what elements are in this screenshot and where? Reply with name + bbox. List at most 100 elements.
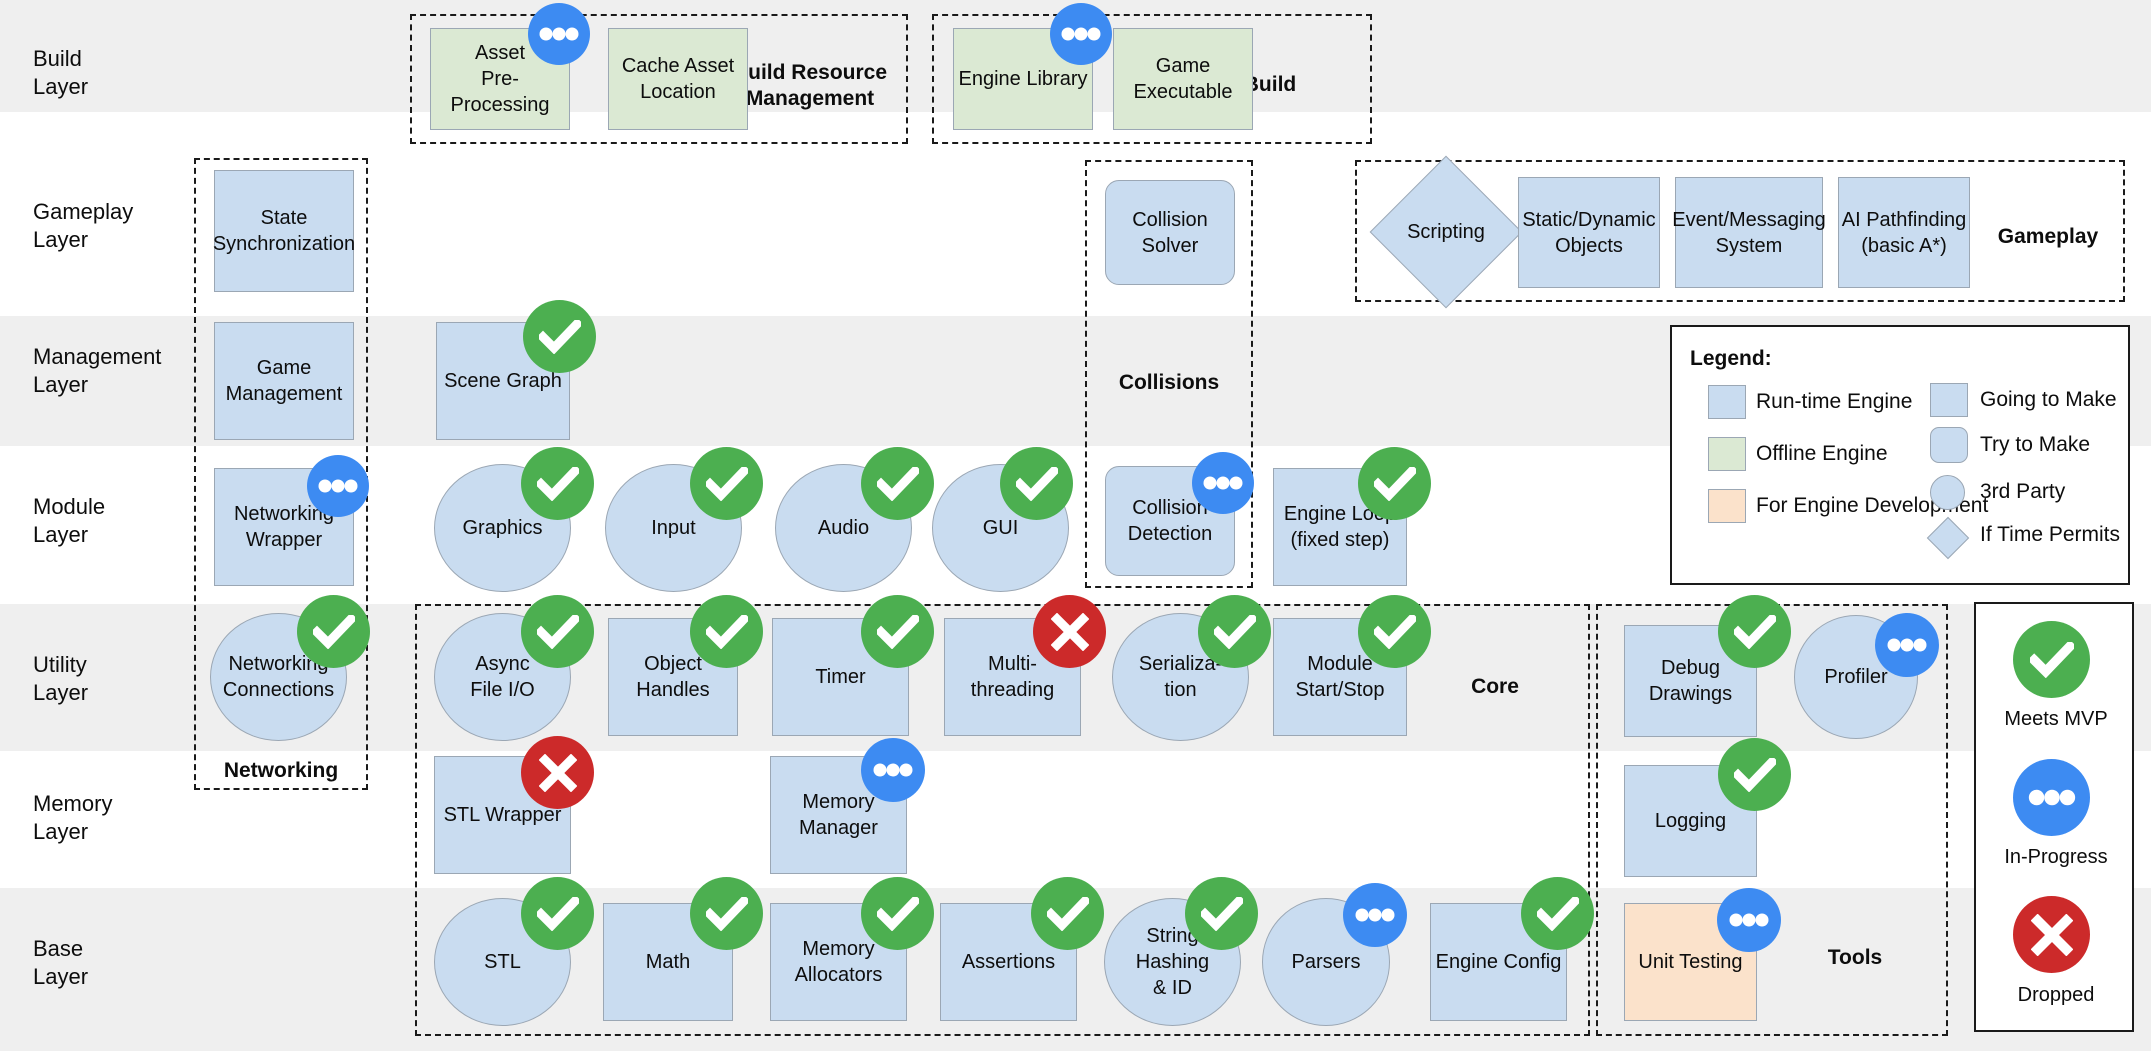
status-badge-meets-mvp [1000, 447, 1073, 520]
ellipsis-icon [318, 479, 358, 493]
legend-label-going-to-make: Going to Make [1980, 388, 2117, 411]
status-badge-meets-mvp [297, 595, 370, 668]
row-label-build-layer: Build Layer [33, 46, 89, 99]
check-icon [705, 614, 748, 649]
legend-swatch-run-time-engine [1708, 385, 1746, 419]
check-icon [876, 896, 919, 931]
check-icon [876, 466, 919, 501]
status-legend-label-in-progress: In-Progress [2004, 846, 2108, 868]
group-label-collisions: Collisions [1118, 371, 1220, 394]
status-badge-in-progress [1717, 888, 1781, 952]
row-label-management-layer: Management Layer [33, 344, 162, 397]
status-badge-meets-mvp [521, 595, 594, 668]
legend-label-try-to-make: Try to Make [1980, 433, 2091, 456]
status-legend-panel: Meets MVP In-Progress Dropped [1974, 602, 2134, 1032]
legend-swatch-going-to-make [1930, 383, 1968, 417]
legend-label-run-time-engine: Run-time Engine [1756, 390, 1913, 413]
legend-title: Legend: [1690, 347, 1772, 370]
ellipsis-icon [539, 27, 579, 41]
node-static-dynamic-objects[interactable]: Static/Dynamic Objects [1518, 177, 1660, 288]
check-icon [1046, 896, 1089, 931]
status-legend-label-dropped: Dropped [2017, 984, 2095, 1006]
row-label-gameplay-layer: Gameplay Layer [33, 199, 134, 252]
cross-icon [1050, 612, 1089, 651]
group-label-networking: Networking [223, 759, 339, 782]
status-badge-in-progress [528, 3, 590, 65]
row-label-module-layer: Module Layer [33, 494, 106, 547]
status-badge-meets-mvp [861, 447, 934, 520]
status-badge-meets-mvp [1521, 877, 1594, 950]
status-badge-meets-mvp [1031, 877, 1104, 950]
status-badge-meets-mvp [690, 877, 763, 950]
node-game-management[interactable]: Game Management [214, 322, 354, 440]
status-badge-dropped [521, 736, 594, 809]
check-icon [538, 319, 581, 354]
legend-panel: Legend: Run-time Engine Offline Engine F… [1670, 325, 2130, 585]
status-legend-label-meets-mvp: Meets MVP [2004, 708, 2108, 730]
check-icon [1536, 896, 1579, 931]
status-badge-in-progress [1192, 452, 1254, 514]
status-badge-meets-mvp [523, 300, 596, 373]
status-badge-in-progress [861, 738, 925, 802]
status-badge-meets-mvp [521, 447, 594, 520]
cross-icon [538, 753, 577, 792]
check-icon [876, 614, 919, 649]
group-label-tools: Tools [1827, 946, 1883, 969]
status-badge-in-progress [1050, 3, 1112, 65]
check-icon [1213, 614, 1256, 649]
status-badge-meets-mvp [861, 877, 934, 950]
node-scripting-label: Scripting [1407, 221, 1485, 243]
check-icon [1733, 757, 1776, 792]
status-badge-in-progress [1343, 883, 1407, 947]
row-label-memory-layer: Memory Layer [33, 791, 113, 844]
status-badge-meets-mvp [1185, 877, 1258, 950]
status-badge-meets-mvp [861, 595, 934, 668]
legend-swatch-if-time-permits [1926, 516, 1970, 560]
check-icon [536, 466, 579, 501]
check-icon [2029, 641, 2074, 678]
ellipsis-icon [1355, 908, 1395, 922]
row-label-utility-layer: Utility Layer [33, 652, 89, 705]
check-icon [536, 896, 579, 931]
check-icon [536, 614, 579, 649]
node-event-messaging-system[interactable]: Event/Messaging System [1672, 177, 1826, 288]
node-cache-asset-location[interactable]: Cache Asset Location [608, 28, 748, 130]
status-badge-meets-mvp [1718, 738, 1791, 811]
check-icon [312, 614, 355, 649]
group-label-core: Core [1471, 675, 1519, 698]
ellipsis-icon [1203, 476, 1243, 490]
check-icon [1733, 614, 1776, 649]
node-scripting[interactable]: Scripting [1369, 155, 1523, 309]
legend-swatch-for-engine-development [1708, 489, 1746, 523]
ellipsis-icon [2028, 789, 2075, 806]
architecture-diagram: Build Layer Gameplay Layer Management La… [0, 0, 2151, 1051]
check-icon [705, 896, 748, 931]
status-badge-meets-mvp [521, 877, 594, 950]
legend-swatch-offline-engine [1708, 437, 1746, 471]
legend-swatch-3rd-party [1930, 475, 1965, 510]
node-collision-solver[interactable]: Collision Solver [1105, 180, 1235, 285]
legend-label-offline-engine: Offline Engine [1756, 442, 1888, 465]
group-label-gameplay: Gameplay [1997, 225, 2099, 248]
node-state-synchronization[interactable]: State Synchronization [213, 170, 355, 292]
ellipsis-icon [873, 763, 913, 777]
ellipsis-icon [1729, 913, 1769, 927]
check-icon [1200, 896, 1243, 931]
status-badge-meets-mvp [690, 595, 763, 668]
legend-swatch-try-to-make [1930, 427, 1968, 463]
status-badge-meets-mvp [690, 447, 763, 520]
node-ai-pathfinding[interactable]: AI Pathfinding (basic A*) [1838, 177, 1970, 288]
status-legend-icon-meets-mvp [2013, 621, 2090, 698]
status-badge-meets-mvp [1358, 447, 1431, 520]
status-badge-meets-mvp [1718, 595, 1791, 668]
check-icon [1015, 466, 1058, 501]
status-badge-dropped [1033, 595, 1106, 668]
cross-icon [2030, 913, 2073, 956]
status-badge-in-progress [1875, 613, 1939, 677]
ellipsis-icon [1061, 27, 1101, 41]
row-label-base-layer: Base Layer [33, 936, 89, 989]
legend-label-3rd-party: 3rd Party [1980, 480, 2066, 503]
legend-label-if-time-permits: If Time Permits [1980, 523, 2121, 546]
node-game-executable[interactable]: Game Executable [1113, 28, 1253, 130]
status-badge-meets-mvp [1198, 595, 1271, 668]
